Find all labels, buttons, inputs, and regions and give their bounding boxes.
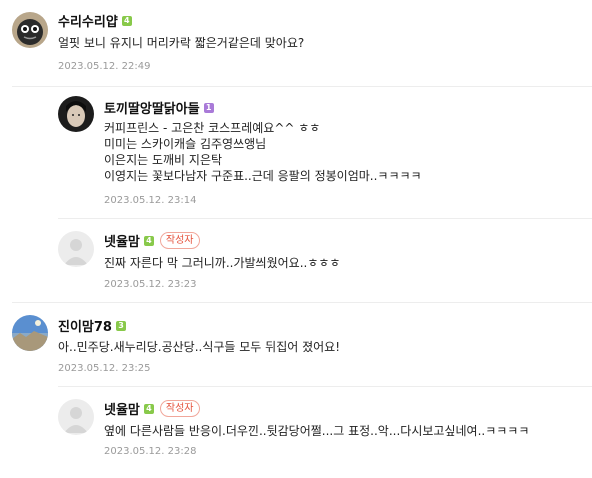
level-badge: 1: [203, 102, 214, 113]
comment-item: 진이맘78 3 아..민주당.새누리당.공산당..식구들 모두 뒤집어 졌어요!…: [0, 303, 592, 385]
comment-text: 옆에 다른사람들 반응이.더우낀..뒷감당어쩔...그 표정..악...다시보고…: [104, 423, 529, 439]
comment-text: 진짜 자른다 막 그러니까..가발씌웠어요..ㅎㅎㅎ: [104, 255, 340, 271]
comment-text: 얼핏 보니 유지니 머리카락 짧은거같은데 맞아요?: [58, 35, 304, 51]
reply-item: 넷율맘 4 작성자 옆에 다른사람들 반응이.더우낀..뒷감당어쩔...그 표정…: [0, 387, 592, 478]
level-badge: 4: [121, 15, 132, 26]
comment-text: 커피프린스 - 고은찬 코스프레예요^^ ㅎㅎ 미미는 스카이캐슬 김주영쓰앵님…: [104, 120, 422, 184]
avatar[interactable]: [58, 399, 94, 435]
avatar-image: [58, 399, 94, 435]
nickname[interactable]: 진이맘78: [58, 316, 112, 335]
comment-line: 이은지는 도깨비 지은탁: [104, 153, 223, 167]
comment-date: 2023.05.12. 23:25: [58, 363, 151, 374]
comment-text: 아..민주당.새누리당.공산당..식구들 모두 뒤집어 졌어요!: [58, 339, 340, 355]
avatar-image: [58, 96, 94, 132]
comment-date: 2023.05.12. 23:14: [104, 195, 197, 206]
avatar[interactable]: [58, 96, 94, 132]
avatar-image: [12, 12, 48, 48]
comment-line: 미미는 스카이캐슬 김주영쓰앵님: [104, 137, 267, 151]
level-badge: 4: [143, 403, 154, 414]
comment-line: 이영지는 꽃보다남자 구준표..근데 응팔의 정봉이엄마..ㅋㅋㅋㅋ: [104, 169, 422, 183]
comment-line: 커피프린스 - 고은찬 코스프레예요^^ ㅎㅎ: [104, 121, 321, 135]
avatar[interactable]: [12, 12, 48, 48]
comment-line: 진짜 자른다 막 그러니까..가발씌웠어요..ㅎㅎㅎ: [104, 256, 341, 270]
comment-date: 2023.05.12. 23:28: [104, 446, 197, 457]
avatar-image: [58, 231, 94, 267]
author-tag: 작성자: [159, 232, 200, 249]
level-badge: 3: [115, 320, 126, 331]
avatar[interactable]: [12, 315, 48, 351]
author-tag: 작성자: [159, 400, 200, 417]
reply-item: 넷율맘 4 작성자 진짜 자른다 막 그러니까..가발씌웠어요..ㅎㅎㅎ 202…: [0, 219, 592, 301]
nickname[interactable]: 수리수리얍: [58, 11, 118, 30]
nickname[interactable]: 넷율맘: [104, 231, 140, 250]
level-badge: 4: [143, 235, 154, 246]
reply-item: 토끼딸앙딸닭아들 1 커피프린스 - 고은찬 코스프레예요^^ ㅎㅎ 미미는 스…: [0, 87, 592, 217]
comment-line: 아..민주당.새누리당.공산당..식구들 모두 뒤집어 졌어요!: [58, 340, 341, 354]
avatar[interactable]: [58, 231, 94, 267]
comment-line: 옆에 다른사람들 반응이.더우낀..뒷감당어쩔...그 표정..악...다시보고…: [104, 424, 530, 438]
comment-date: 2023.05.12. 23:23: [104, 279, 197, 290]
avatar-image: [12, 315, 48, 351]
nickname[interactable]: 토끼딸앙딸닭아들: [104, 98, 200, 117]
comment-line: 얼핏 보니 유지니 머리카락 짧은거같은데 맞아요?: [58, 36, 305, 50]
nickname[interactable]: 넷율맘: [104, 399, 140, 418]
comment-date: 2023.05.12. 22:49: [58, 61, 151, 72]
comment-item: 수리수리얍 4 얼핏 보니 유지니 머리카락 짧은거같은데 맞아요? 2023.…: [0, 0, 592, 88]
